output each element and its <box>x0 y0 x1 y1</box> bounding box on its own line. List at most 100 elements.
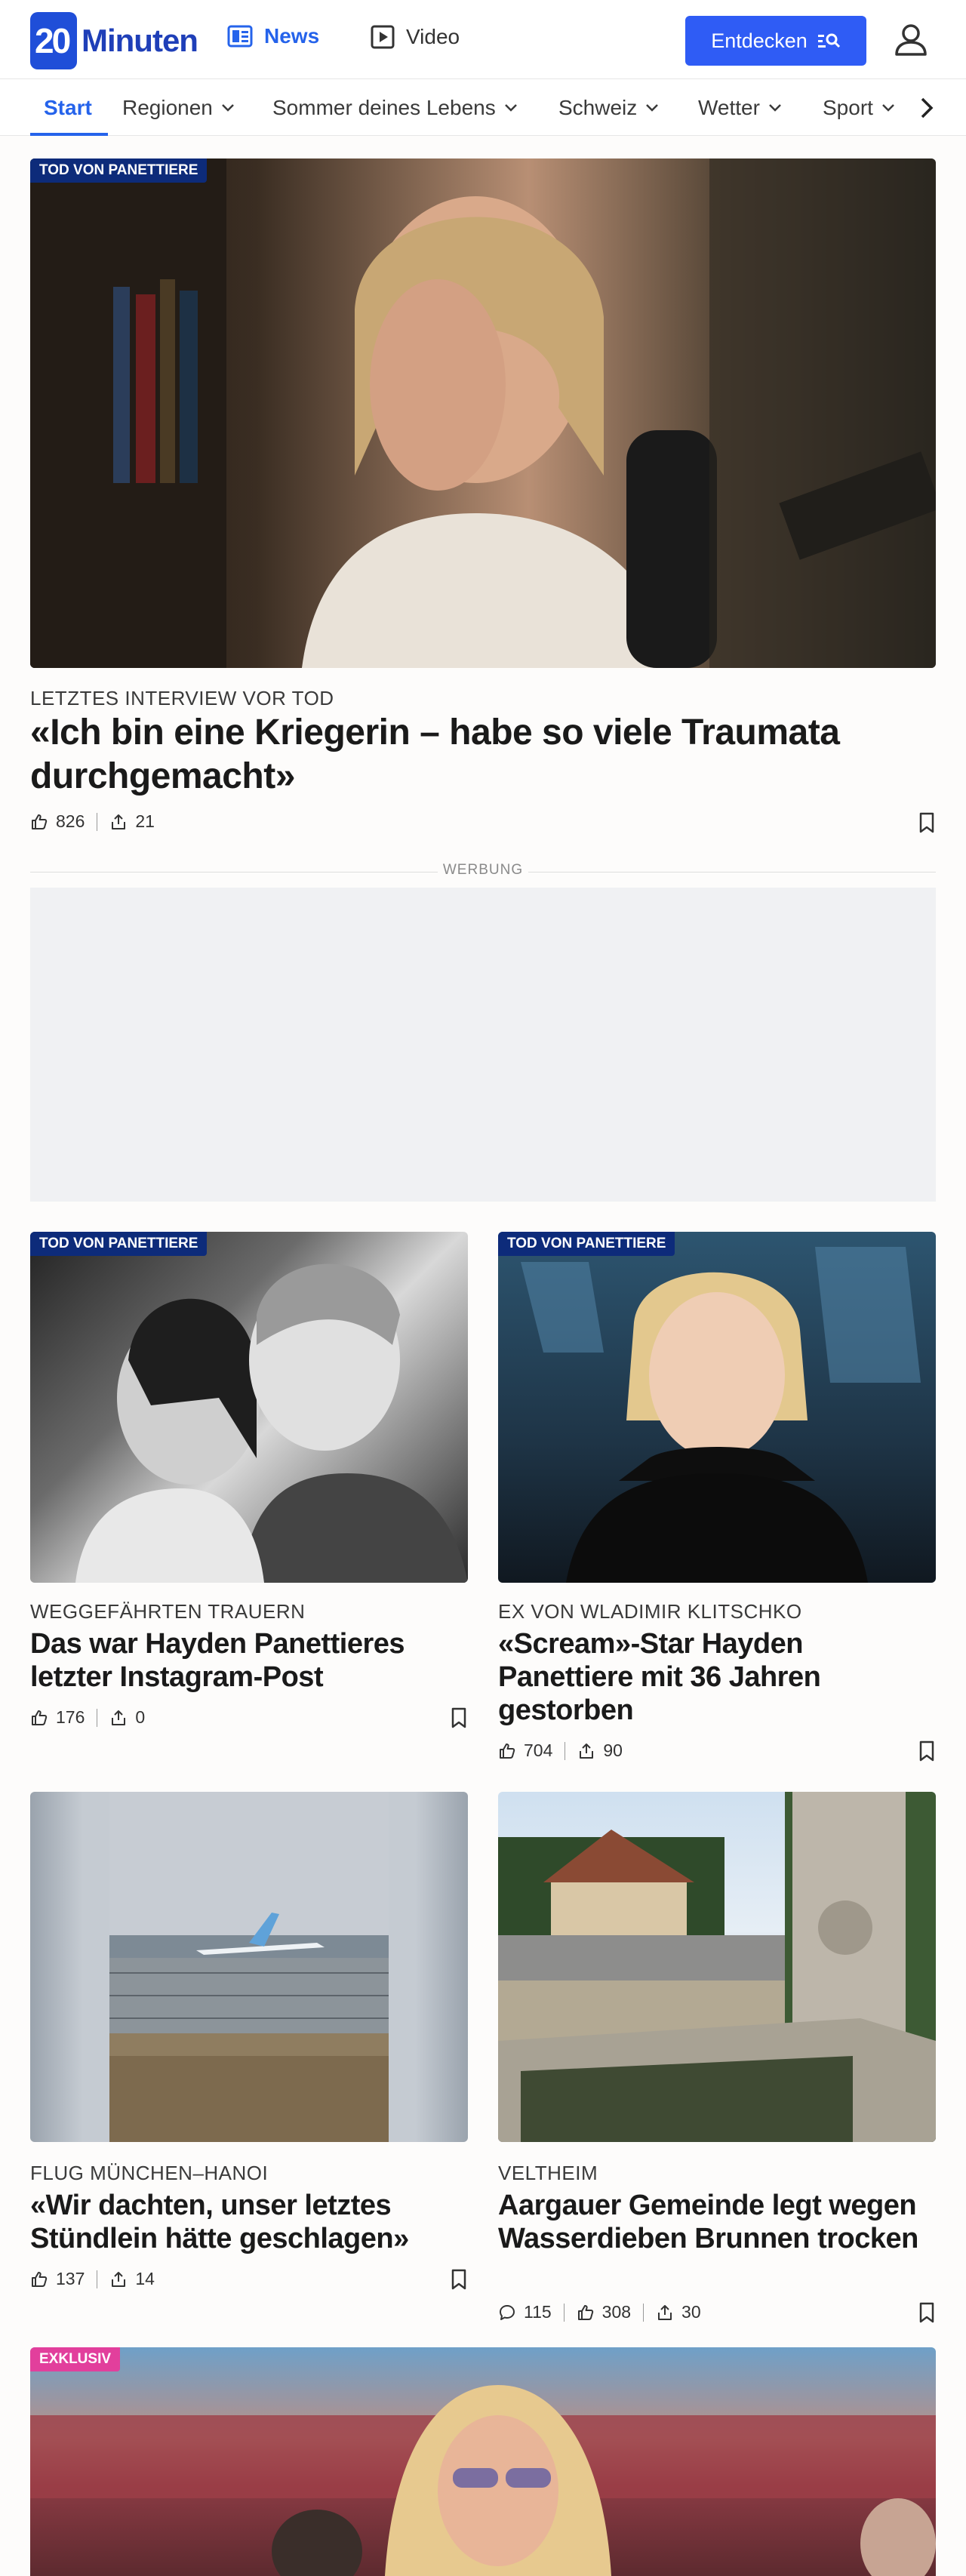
subnav-item-sport[interactable]: Sport <box>823 79 896 137</box>
logo-text: Minuten <box>82 23 198 58</box>
subnav-item-label: Regionen <box>122 96 213 119</box>
meta-separator <box>643 2303 645 2322</box>
share-icon <box>656 2304 674 2322</box>
logo-mark: 20 <box>30 12 77 69</box>
like-stat[interactable]: 308 <box>577 2302 631 2322</box>
like-stat[interactable]: 826 <box>30 811 85 832</box>
share-stat[interactable]: 21 <box>109 811 155 832</box>
hero-kicker: LETZTES INTERVIEW VOR TOD <box>30 687 334 709</box>
search-list-icon <box>817 32 841 50</box>
bw-couple-photo-placeholder <box>75 1263 468 1583</box>
subnav-item-sommer[interactable]: Sommer deines Lebens <box>272 79 518 137</box>
article-meta: 176 0 <box>30 1707 145 1728</box>
top-header: 20 Minuten News Video Entdecken <box>0 0 966 78</box>
meta-separator <box>563 2303 565 2322</box>
subnav-item-label: Start <box>44 96 92 119</box>
like-count: 137 <box>56 2269 85 2288</box>
share-count: 0 <box>135 1707 146 1727</box>
bookmark-icon[interactable] <box>918 812 936 833</box>
user-account-icon[interactable] <box>891 20 931 60</box>
hero-photo-placeholder <box>30 158 936 668</box>
category-badge: EXKLUSIV <box>30 2347 121 2371</box>
category-badge: TOD VON PANETTIERE <box>498 1232 675 1256</box>
share-count: 90 <box>603 1740 623 1760</box>
article-meta: 115 308 30 <box>498 2302 701 2322</box>
share-icon <box>109 1709 128 1727</box>
subnav-item-label: Schweiz <box>558 96 638 119</box>
article-headline[interactable]: «Scream»-Star Hayden Panettiere mit 36 J… <box>498 1627 928 1727</box>
share-stat[interactable]: 14 <box>109 2269 155 2289</box>
article-meta: 704 90 <box>498 1740 623 1761</box>
subnav-item-regionen[interactable]: Regionen <box>122 79 235 137</box>
share-icon <box>577 1742 595 1760</box>
bookmark-icon[interactable] <box>450 2269 468 2290</box>
like-count: 308 <box>601 2302 632 2322</box>
share-icon <box>109 813 128 831</box>
article-image[interactable]: TOD VON PANETTIERE <box>498 1232 936 1583</box>
subnav-item-label: Sommer deines Lebens <box>272 96 496 119</box>
comment-stat[interactable]: 115 <box>498 2302 552 2322</box>
share-stat[interactable]: 90 <box>577 1740 623 1761</box>
like-stat[interactable]: 176 <box>30 1707 85 1728</box>
bookmark-icon[interactable] <box>918 2302 936 2323</box>
section-navigation: Start Regionen Sommer deines Lebens Schw… <box>0 78 966 136</box>
article-kicker: FLUG MÜNCHEN–HANOI <box>30 2162 269 2184</box>
thumbs-up-icon <box>577 2304 595 2322</box>
hero-meta: 826 21 <box>30 811 155 832</box>
subnav-item-start[interactable]: Start <box>44 79 92 137</box>
newspaper-icon <box>226 24 254 48</box>
share-count: 21 <box>135 811 155 831</box>
article-image[interactable]: EXKLUSIV <box>30 2347 936 2576</box>
like-count: 826 <box>56 811 85 831</box>
article-image[interactable] <box>498 1792 936 2142</box>
hero-image[interactable]: TOD VON PANETTIERE <box>30 158 936 668</box>
subnav-item-schweiz[interactable]: Schweiz <box>558 79 660 137</box>
thumbs-up-icon <box>30 2270 48 2288</box>
article-image[interactable]: TOD VON PANETTIERE <box>30 1232 468 1583</box>
site-logo[interactable]: 20 Minuten <box>30 12 198 69</box>
airplane-video-still-placeholder <box>109 1792 389 2142</box>
like-stat[interactable]: 137 <box>30 2269 85 2289</box>
article-headline[interactable]: Aargauer Gemeinde legt wegen Wasserdiebe… <box>498 2189 928 2255</box>
chevron-down-icon <box>503 103 518 113</box>
bookmark-icon[interactable] <box>450 1707 468 1728</box>
share-stat[interactable]: 30 <box>656 2302 701 2322</box>
portrait-photo-placeholder <box>521 1247 921 1583</box>
category-badge: TOD VON PANETTIERE <box>30 158 208 183</box>
subnav-item-wetter[interactable]: Wetter <box>698 79 783 137</box>
article-headline[interactable]: Das war Hayden Panettieres letzter Insta… <box>30 1627 460 1694</box>
ad-label: WERBUNG <box>30 862 936 882</box>
share-count: 14 <box>135 2269 155 2288</box>
discover-button[interactable]: Entdecken <box>685 16 866 66</box>
article-meta: 137 14 <box>30 2269 155 2289</box>
comment-icon <box>498 2304 516 2322</box>
discover-button-label: Entdecken <box>711 29 808 52</box>
chevron-down-icon <box>645 103 660 113</box>
blurred-portrait-placeholder <box>30 2385 936 2576</box>
nav-news-link[interactable]: News <box>226 24 319 48</box>
chevron-down-icon <box>768 103 783 113</box>
category-badge: TOD VON PANETTIERE <box>30 1232 208 1256</box>
nav-video-link[interactable]: Video <box>370 24 460 50</box>
thumbs-up-icon <box>30 813 48 831</box>
play-icon <box>370 24 395 50</box>
comment-count: 115 <box>524 2302 552 2322</box>
article-image[interactable] <box>30 1792 468 2142</box>
article-headline[interactable]: «Wir dachten, unser letztes Stündlein hä… <box>30 2189 460 2255</box>
chevron-down-icon <box>220 103 235 113</box>
like-stat[interactable]: 704 <box>498 1740 552 1761</box>
fountain-photo-placeholder <box>498 1792 936 2142</box>
bookmark-icon[interactable] <box>918 1740 936 1762</box>
chevron-down-icon <box>881 103 896 113</box>
article-kicker: VELTHEIM <box>498 2162 598 2184</box>
subnav-item-label: Sport <box>823 96 873 119</box>
subnav-item-label: Wetter <box>698 96 760 119</box>
share-stat[interactable]: 0 <box>109 1707 145 1728</box>
hero-headline[interactable]: «Ich bin eine Kriegerin – habe so viele … <box>30 711 921 799</box>
ad-slot[interactable] <box>30 888 936 1202</box>
scroll-right-chevron-icon[interactable] <box>913 94 940 122</box>
thumbs-up-icon <box>498 1742 516 1760</box>
like-count: 704 <box>524 1740 553 1760</box>
share-icon <box>109 2270 128 2288</box>
nav-video-label: Video <box>406 25 460 48</box>
